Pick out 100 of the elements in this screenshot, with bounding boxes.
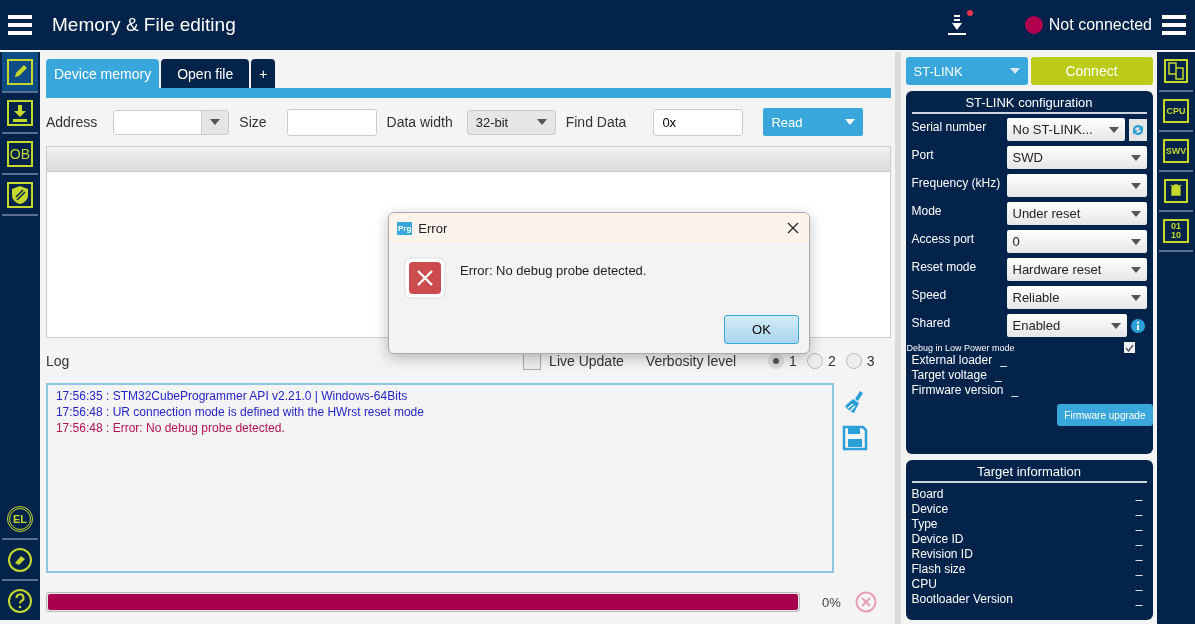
info-value: _ [1135,562,1144,577]
caret-icon [845,119,856,125]
field-label: Reset mode [911,259,977,274]
info-value: _ [1011,383,1019,398]
dropdown[interactable]: Hardware reset [1006,258,1147,281]
radio-button[interactable] [845,353,862,369]
dropdown[interactable]: Reliable [1006,286,1147,309]
caret-icon [1130,182,1141,189]
info-label: Flash size [911,562,966,577]
radio-button[interactable] [806,353,823,369]
find-data-field[interactable]: 0x [653,108,744,136]
info-label: Device ID [911,532,964,547]
field-label: Frequency (kHz) [911,175,1001,190]
info-value: _ [1135,502,1144,517]
caret-icon [1108,126,1119,133]
save-icon[interactable] [841,425,868,451]
panel-title: ST-LINK configuration [911,95,1147,114]
download-icon[interactable] [6,99,33,126]
dialog-title: Error [418,220,448,236]
edit-icon[interactable] [6,58,33,85]
field-label: Port [911,147,934,162]
sidebar-button[interactable]: CPU [1163,99,1190,123]
radio-label: 1 [789,353,797,369]
info-value: _ [994,368,1002,383]
info-label: Bootloader Version [911,592,1013,607]
app-logo-icon: Prg [397,221,413,235]
info-label: Board [911,487,944,502]
info-label: Device [911,502,949,517]
menu-icon[interactable] [8,13,32,37]
caret-icon [1130,154,1141,161]
checkmark-icon [1124,343,1134,352]
info-value: _ [1135,592,1144,607]
connection-status: Not connected [1048,16,1152,34]
info-label: Revision ID [911,547,973,562]
window-title: Memory & File editing [52,14,236,36]
close-icon[interactable] [787,222,799,234]
field-label: Find Data [565,114,627,130]
info-label: CPU [911,577,937,592]
info-value: _ [1135,577,1144,592]
dialog-message: Error: No debug probe detected. [460,262,647,278]
option-bytes-button[interactable]: OB [6,140,33,167]
field-label: Shared [911,315,951,330]
dropdown[interactable]: Enabled [1006,314,1127,337]
log-line: 17:56:48 : UR connection mode is defined with the HWrst reset mode [55,404,425,420]
field-label: Mode [911,203,942,218]
shield-icon[interactable] [6,181,33,208]
tab[interactable]: + [251,59,276,88]
caret-icon [1110,322,1121,329]
dropdown[interactable]: 0 [1006,230,1147,253]
caret-icon [210,119,221,125]
data-width-select[interactable]: 32-bit [466,109,556,135]
info-value: _ [1135,532,1144,547]
info-value: _ [1135,517,1144,532]
address-field[interactable] [113,109,230,135]
ok-button[interactable]: OK [724,315,799,344]
caret-icon [1009,68,1020,74]
field-label: Serial number [911,119,987,134]
sidebar-button[interactable]: SWV [1163,139,1190,163]
checkbox-label: Debug in Low Power mode [906,342,1015,353]
caret-icon [536,119,547,125]
caret-icon [1130,294,1141,301]
info-value: _ [1135,547,1144,562]
copy-icon[interactable] [1164,59,1189,83]
log-title: Log [45,353,70,369]
tab[interactable]: Open file [161,59,250,88]
progress-percent: 0% [821,594,841,610]
error-icon [404,257,446,299]
bug-icon[interactable] [1164,179,1189,203]
checkbox[interactable] [1123,342,1135,353]
log-line: 17:56:35 : STM32CubeProgrammer API v2.21.0 | Windows-64Bits [55,388,409,404]
refresh-icon [1130,122,1145,137]
info-label: External loader [911,353,993,368]
help-icon[interactable] [6,587,33,614]
field-label: Speed [911,287,947,302]
refresh-button[interactable] [1128,118,1147,141]
caret-icon [1130,266,1141,273]
info-value: _ [1000,353,1007,368]
menu-icon[interactable] [1162,13,1186,37]
verbosity-label: Verbosity level [645,353,737,369]
field-label: Data width [386,114,453,130]
field-label: Access port [911,231,975,246]
info-label: Target voltage [911,368,987,383]
sidebar-button[interactable]: 01 10 [1163,219,1190,243]
info-value: _ [1135,487,1144,502]
field-label: Address [45,114,98,130]
dropdown[interactable]: Under reset [1006,202,1147,225]
caret-icon [1130,210,1141,217]
eraser-icon[interactable] [6,546,33,573]
info-label: Type [911,517,938,532]
log-line: 17:56:48 : Error: No debug probe detected. [55,420,286,436]
checkbox-label: Live Update [549,353,624,369]
radio-label: 3 [866,353,875,369]
dropdown[interactable]: No ST-LINK... [1006,118,1125,141]
size-field[interactable] [286,108,377,136]
info-label: Firmware version [911,383,1004,398]
radio-label: 2 [827,353,836,369]
caret-icon [1130,238,1141,245]
info-icon [1130,318,1145,333]
panel-title: Target information [911,464,1147,483]
dropdown[interactable]: SWD [1006,146,1147,169]
